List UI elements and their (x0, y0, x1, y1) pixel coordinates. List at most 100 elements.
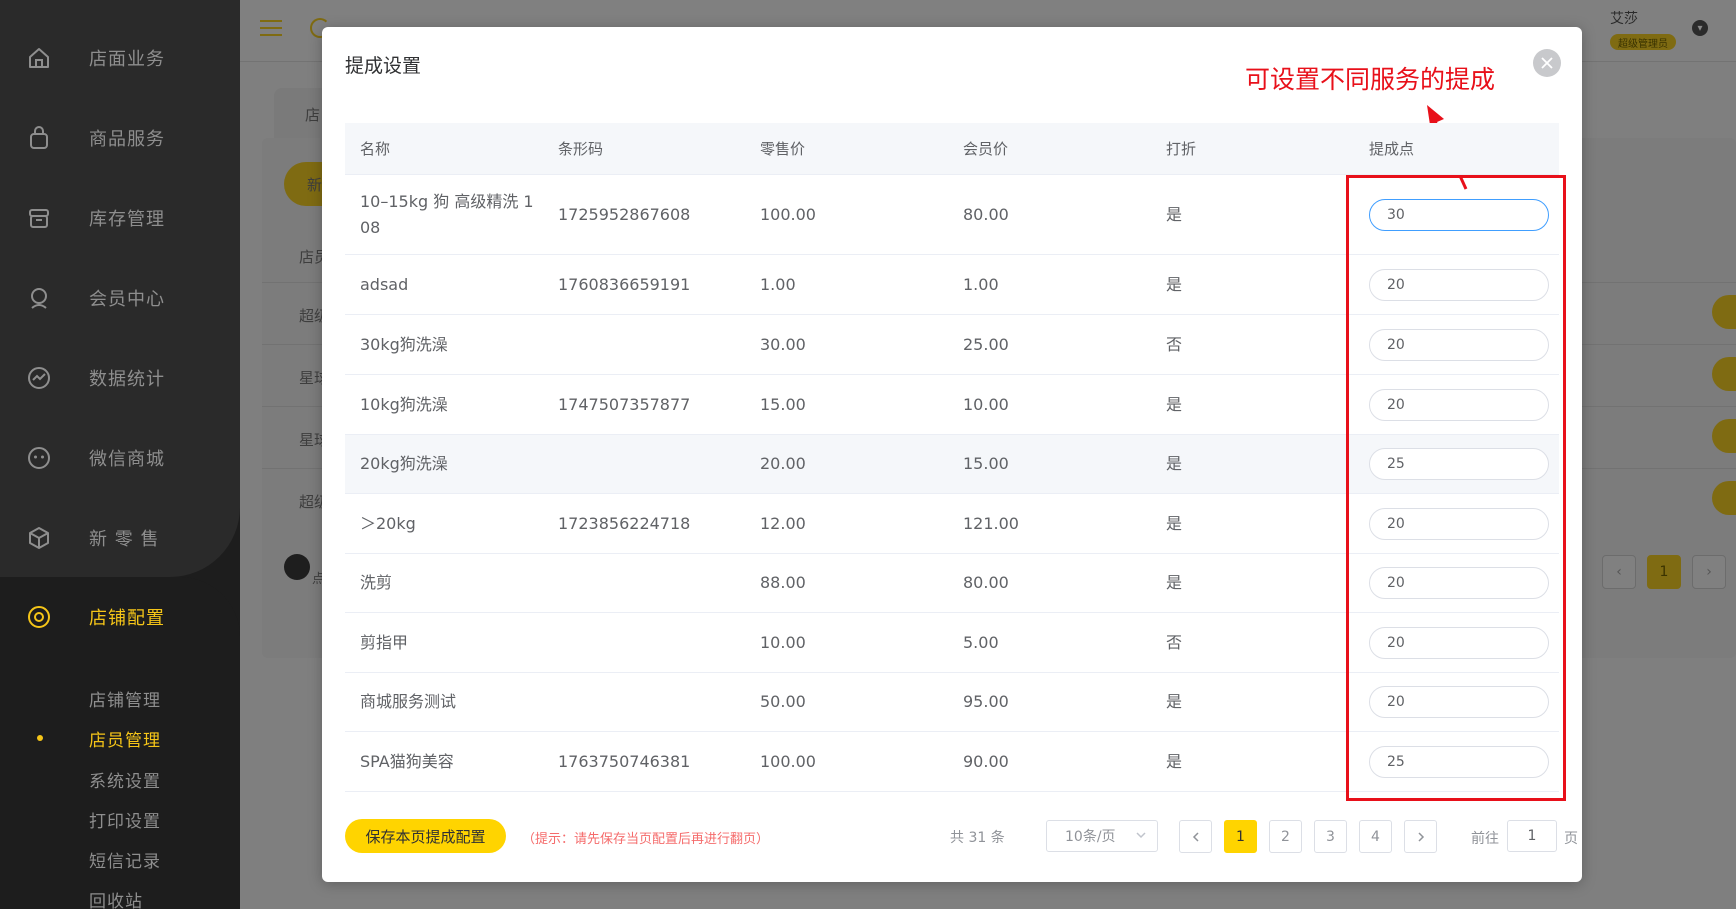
page-button-2[interactable]: 2 (1269, 820, 1302, 853)
column-header-member-price: 会员价 (963, 140, 1009, 158)
archive-icon (24, 203, 54, 233)
commission-input[interactable] (1369, 686, 1549, 718)
page-size-value: 10条/页 (1065, 829, 1116, 845)
cell-commission (1354, 198, 1559, 231)
page-button-3[interactable]: 3 (1314, 820, 1347, 853)
column-header-commission: 提成点 (1369, 140, 1415, 158)
background-next-page[interactable]: › (1692, 555, 1726, 589)
cell-member-price: 10.00 (963, 394, 1009, 414)
cell-discount: 是 (1166, 204, 1183, 224)
sidebar-item-inventory[interactable]: 库存管理 (0, 178, 240, 258)
chevron-down-icon (1136, 832, 1146, 839)
background-tab-label: 店 (305, 106, 321, 124)
commission-input[interactable] (1369, 567, 1549, 599)
cell-member-price: 80.00 (963, 573, 1009, 592)
cell-member-price: 121.00 (963, 513, 1019, 533)
page-button-1[interactable]: 1 (1224, 820, 1257, 853)
column-header-retail-price: 零售价 (760, 140, 806, 158)
next-page-button[interactable] (1404, 820, 1437, 853)
prev-page-button[interactable] (1179, 820, 1212, 853)
sub-item-print-settings[interactable]: 打印设置 (89, 807, 161, 832)
cell-retail-price: 30.00 (760, 334, 806, 354)
cell-member-price: 80.00 (963, 204, 1009, 224)
menu-icon[interactable] (260, 20, 282, 36)
cell-discount: 否 (1166, 632, 1183, 652)
cell-retail-price: 20.00 (760, 454, 806, 473)
commission-input[interactable] (1369, 268, 1549, 301)
sidebar-item-label: 库存管理 (89, 209, 165, 230)
cell-barcode: 1725952867608 (558, 204, 691, 224)
sidebar-item-label: 数据统计 (89, 369, 165, 390)
cell-discount: 是 (1166, 751, 1183, 771)
cell-name: ＞20kg (360, 513, 416, 533)
commission-input[interactable] (1369, 507, 1549, 540)
cell-retail-price: 12.00 (760, 513, 806, 533)
cell-discount: 是 (1166, 692, 1183, 711)
commission-input[interactable] (1369, 626, 1549, 659)
sidebar-item-wechat-mall[interactable]: 微信商城 (0, 418, 240, 498)
target-icon (24, 602, 54, 632)
column-header-name: 名称 (360, 140, 391, 158)
shopping-bag-icon (24, 123, 54, 153)
table-row: 10kg狗洗澡 1747507357877 15.00 10.00 是 (345, 375, 1559, 435)
background-prev-page[interactable]: ‹ (1602, 555, 1636, 589)
sidebar-item-member-center[interactable]: 会员中心 (0, 258, 240, 338)
cell-retail-price: 100.00 (760, 751, 816, 771)
cell-barcode: 1723856224718 (558, 513, 691, 533)
table-row: 30kg狗洗澡 30.00 25.00 否 (345, 315, 1559, 375)
cell-name: adsad (360, 274, 409, 294)
close-icon (1541, 57, 1553, 69)
cell-name: 10kg狗洗澡 (360, 394, 448, 414)
background-current-page[interactable]: 1 (1647, 555, 1681, 589)
cell-discount: 是 (1166, 274, 1183, 294)
cell-discount: 是 (1166, 573, 1183, 592)
sub-item-store-management[interactable]: 店铺管理 (89, 686, 161, 711)
page-button-4[interactable]: 4 (1359, 820, 1392, 853)
sub-item-system-settings[interactable]: 系统设置 (89, 767, 161, 792)
table-row: 洗剪 88.00 80.00 是 (345, 554, 1559, 613)
cell-barcode: 1747507357877 (558, 394, 691, 414)
cell-discount: 是 (1166, 394, 1183, 414)
user-name[interactable]: 艾莎 (1610, 8, 1638, 28)
save-commission-button[interactable]: 保存本页提成配置 (345, 819, 506, 853)
sidebar-item-goods-service[interactable]: 商品服务 (0, 98, 240, 178)
cell-discount: 是 (1166, 513, 1183, 533)
commission-input[interactable] (1369, 448, 1549, 480)
table-row: 商城服务测试 50.00 95.00 是 (345, 673, 1559, 732)
cube-icon (24, 523, 54, 553)
sidebar-item-store-config[interactable]: 店铺配置 (0, 577, 240, 657)
cell-member-price: 90.00 (963, 751, 1009, 771)
sub-item-recycle-bin[interactable]: 回收站 (89, 887, 143, 909)
sidebar-item-statistics[interactable]: 数据统计 (0, 338, 240, 418)
cell-member-price: 95.00 (963, 692, 1009, 711)
close-button[interactable] (1533, 49, 1561, 77)
cell-retail-price: 88.00 (760, 573, 806, 592)
cell-commission (1354, 507, 1559, 540)
cell-member-price: 1.00 (963, 274, 999, 294)
table-row: adsad 1760836659191 1.00 1.00 是 (345, 255, 1559, 315)
page-size-select[interactable]: 10条/页 (1046, 820, 1158, 852)
cell-member-price: 25.00 (963, 334, 1009, 354)
cell-name: 10–15kg 狗 高级精洗 1 08 (360, 191, 534, 237)
home-icon (24, 43, 54, 73)
cell-commission (1354, 686, 1559, 718)
commission-input[interactable] (1369, 198, 1549, 231)
chevron-down-icon[interactable]: ▾ (1692, 20, 1708, 36)
cell-retail-price: 50.00 (760, 692, 806, 711)
cell-barcode: 1760836659191 (558, 274, 691, 294)
sidebar-item-store-business[interactable]: 店面业务 (0, 18, 240, 98)
commission-table: 名称 条形码 零售价 会员价 打折 提成点 10–15kg 狗 高级精洗 1 0… (345, 123, 1559, 792)
cell-barcode: 1763750746381 (558, 751, 691, 771)
sidebar-item-new-retail[interactable]: 新 零 售 (0, 498, 240, 578)
sub-item-sms-records[interactable]: 短信记录 (89, 847, 161, 872)
sidebar-item-label: 商品服务 (89, 129, 165, 150)
goto-page-input[interactable] (1507, 820, 1557, 852)
sub-item-staff-management[interactable]: 店员管理 (89, 726, 161, 751)
cell-name: 洗剪 (360, 573, 393, 592)
commission-input[interactable] (1369, 328, 1549, 361)
table-row: ＞20kg 1723856224718 12.00 121.00 是 (345, 494, 1559, 554)
commission-input[interactable] (1369, 388, 1549, 421)
user-role-badge: 超级管理员 (1610, 34, 1676, 50)
commission-input[interactable] (1369, 745, 1549, 778)
commission-settings-modal: 提成设置 可设置不同服务的提成 名称 条形码 零售价 会员价 打折 提成点 10… (322, 27, 1582, 882)
